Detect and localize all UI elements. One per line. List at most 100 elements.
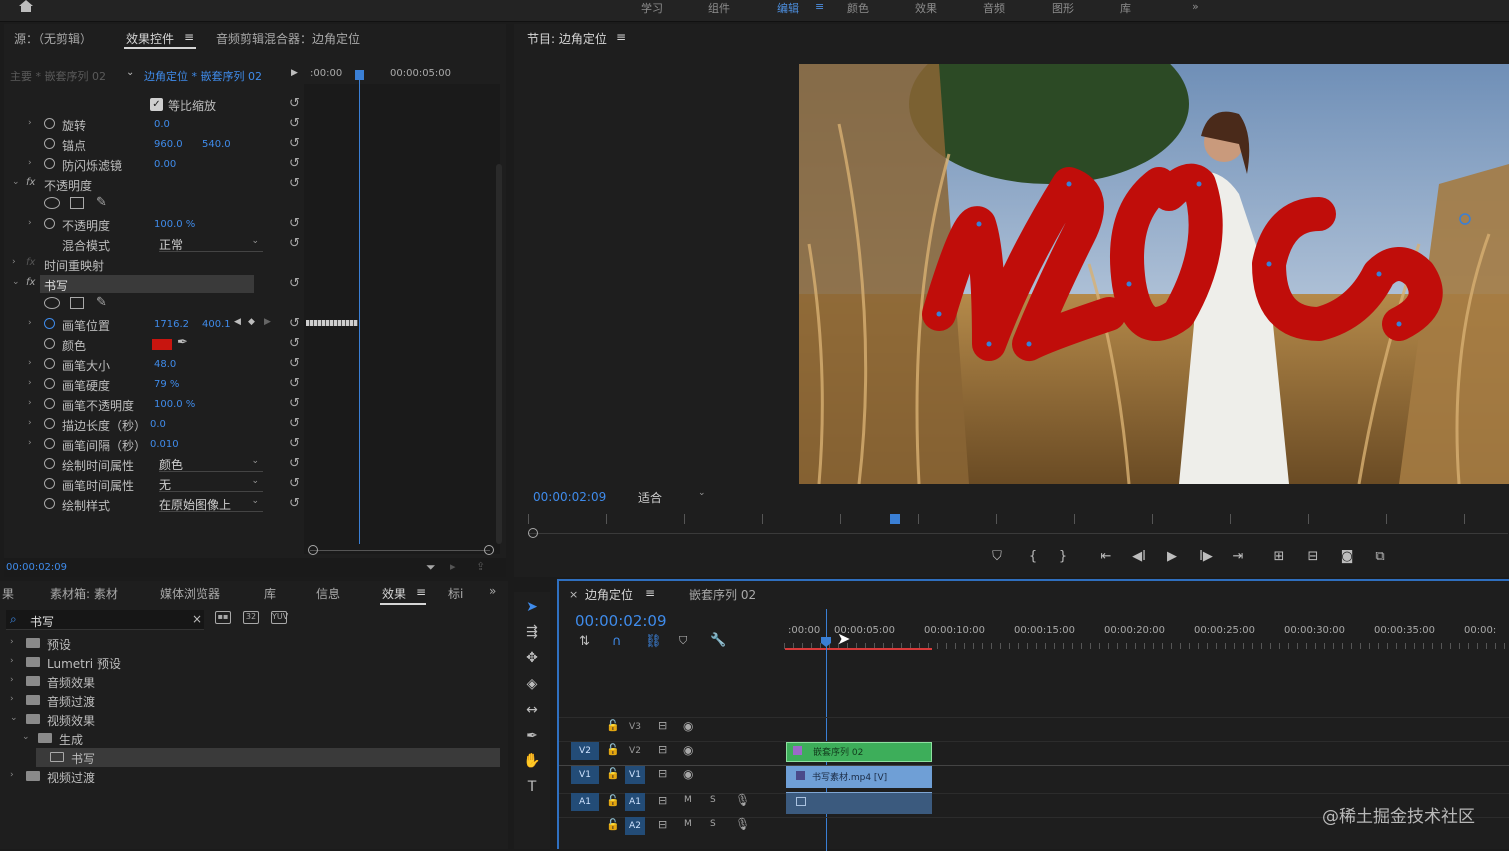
track-name-a1[interactable]: A1	[625, 793, 645, 811]
eyedropper-icon[interactable]: ✒	[177, 335, 188, 350]
workspace-graphics[interactable]: 图形	[1052, 0, 1074, 15]
sequence-clip-link[interactable]: 边角定位 * 嵌套序列 02	[144, 68, 262, 84]
expand-arrow-icon[interactable]: ›	[10, 656, 14, 666]
expand-arrow-icon[interactable]: ›	[12, 257, 16, 267]
reset-icon[interactable]: ↺	[289, 436, 300, 451]
expand-arrow-icon[interactable]: ›	[28, 318, 32, 328]
anchor-y-value[interactable]: 540.0	[202, 139, 231, 150]
stopwatch-icon[interactable]	[44, 498, 55, 509]
stopwatch-icon[interactable]	[44, 378, 55, 389]
workspace-overflow-icon[interactable]: »	[1192, 0, 1199, 14]
ec-zoom-scrollbar[interactable]	[310, 550, 490, 551]
program-time-ruler[interactable]	[528, 514, 1508, 524]
close-sequence-icon[interactable]: ×	[569, 588, 578, 601]
tree-item[interactable]: › 音频效果	[0, 672, 500, 691]
tree-item[interactable]: › Lumetri 预设	[0, 653, 500, 672]
ripple-edit-tool-icon[interactable]: ✥	[522, 650, 542, 670]
stopwatch-icon[interactable]	[44, 418, 55, 429]
rotation-value[interactable]: 0.0	[154, 119, 170, 130]
expand-arrow-icon[interactable]: ›	[28, 218, 32, 228]
tab-bin[interactable]: 素材箱: 素材	[50, 585, 118, 602]
linked-selection-icon[interactable]: ⛓	[645, 634, 662, 649]
reset-icon[interactable]: ↺	[289, 496, 300, 511]
prev-keyframe-icon[interactable]: ◀	[234, 317, 241, 327]
brush-size-value[interactable]: 48.0	[154, 359, 176, 370]
expand-arrow-icon[interactable]: ›	[10, 694, 14, 704]
tab-markers[interactable]: 标i	[448, 585, 463, 602]
effects-search-box[interactable]: ⌕ 书写 ×	[6, 610, 204, 630]
tree-item[interactable]: › 视频过渡	[0, 767, 500, 786]
timeline-timecode[interactable]: 00:00:02:09	[575, 612, 667, 630]
expand-arrow-icon[interactable]: ›	[10, 770, 14, 780]
mute-button[interactable]: M	[684, 819, 692, 829]
expand-arrow-icon[interactable]: ›	[28, 378, 32, 388]
step-forward-icon[interactable]: I▶	[1197, 549, 1215, 565]
track-name-a2[interactable]: A2	[625, 817, 645, 835]
sync-lock-icon[interactable]: ⊟	[658, 767, 667, 780]
go-to-in-icon[interactable]: ⇤	[1097, 549, 1115, 565]
lock-icon[interactable]: 🔓	[606, 794, 620, 807]
solo-button[interactable]: S	[710, 795, 716, 805]
go-to-out-icon[interactable]: ⇥	[1229, 549, 1247, 565]
expand-arrow-icon[interactable]: ›	[28, 438, 32, 448]
fx-badge-icon[interactable]: fx	[26, 177, 35, 188]
reset-icon[interactable]: ↺	[289, 216, 300, 231]
source-patch-v2[interactable]: V2	[571, 742, 599, 760]
brush-opacity-value[interactable]: 100.0 %	[154, 399, 195, 410]
reset-icon[interactable]: ↺	[289, 396, 300, 411]
expand-arrow-icon[interactable]: ›	[28, 358, 32, 368]
ec-zoom-handle-right[interactable]	[484, 545, 494, 555]
track-name-v3[interactable]: V3	[625, 718, 645, 736]
32bit-effects-icon[interactable]: 32	[243, 611, 259, 624]
brush-time-dropdown[interactable]: 无 ⌄	[159, 476, 263, 492]
ellipse-mask-icon[interactable]	[44, 297, 60, 309]
tab-source[interactable]: 源：（无剪辑）	[14, 30, 92, 47]
ec-vertical-scrollbar[interactable]	[496, 164, 502, 544]
tree-item[interactable]: › 预设	[0, 634, 500, 653]
sync-lock-icon[interactable]: ⊟	[658, 743, 667, 756]
reset-icon[interactable]: ↺	[289, 176, 300, 191]
stopwatch-icon[interactable]	[44, 158, 55, 169]
program-timecode[interactable]: 00:00:02:09	[533, 490, 606, 504]
uniform-scale-checkbox[interactable]: ✓	[150, 98, 163, 111]
home-icon[interactable]	[18, 0, 34, 12]
tab-menu-icon[interactable]: ≡	[184, 30, 194, 44]
master-clip-selector[interactable]: 主要 * 嵌套序列 02	[10, 68, 106, 84]
tab-effect-controls[interactable]: 效果控件	[126, 30, 174, 47]
workspace-menu-icon[interactable]: ≡	[815, 0, 824, 14]
slip-tool-icon[interactable]: ↔	[522, 702, 542, 722]
eye-icon[interactable]: ◉	[683, 743, 693, 757]
clip-nested-sequence[interactable]: 嵌套序列 02	[786, 742, 932, 762]
lock-icon[interactable]: 🔓	[606, 767, 620, 780]
yuv-effects-icon[interactable]: YUV	[271, 611, 288, 624]
collapse-arrow-icon[interactable]: ⌄	[12, 277, 20, 287]
tab-sequence-corner-pin[interactable]: 边角定位	[585, 586, 633, 603]
workspace-effects[interactable]: 效果	[915, 0, 937, 15]
expand-arrow-icon[interactable]: ›	[28, 418, 32, 428]
lock-icon[interactable]: 🔓	[606, 743, 620, 756]
stopwatch-icon[interactable]	[44, 138, 55, 149]
reset-icon[interactable]: ↺	[289, 376, 300, 391]
source-patch-a1[interactable]: A1	[571, 793, 599, 811]
reset-icon[interactable]: ↺	[289, 416, 300, 431]
reset-icon[interactable]: ↺	[289, 276, 300, 291]
pen-mask-icon[interactable]: ✎	[96, 295, 107, 310]
brush-position-x[interactable]: 1716.2	[154, 319, 189, 330]
expand-arrow-icon[interactable]: ›	[28, 118, 32, 128]
track-select-tool-icon[interactable]: ⇶	[522, 624, 542, 644]
ec-mini-timeline[interactable]	[304, 84, 500, 554]
export-icon[interactable]: ⇪	[476, 560, 485, 573]
sync-lock-icon[interactable]: ⊟	[658, 794, 667, 807]
rectangle-mask-icon[interactable]	[70, 197, 84, 209]
tab-audio-clip-mixer[interactable]: 音频剪辑混合器：边角定位	[216, 30, 360, 47]
sequence-menu-icon[interactable]: ≡	[645, 586, 655, 600]
stopwatch-icon[interactable]	[44, 338, 55, 349]
collapse-arrow-icon[interactable]: ⌄	[12, 177, 20, 187]
mute-button[interactable]: M	[684, 795, 692, 805]
brush-hardness-value[interactable]: 79 %	[154, 379, 179, 390]
nest-toggle-icon[interactable]: ⇅	[579, 634, 590, 649]
clip-audio[interactable]	[786, 792, 932, 814]
stopwatch-icon[interactable]	[44, 398, 55, 409]
razor-tool-icon[interactable]: ◈	[522, 676, 542, 696]
ec-playhead-handle[interactable]	[355, 70, 364, 80]
